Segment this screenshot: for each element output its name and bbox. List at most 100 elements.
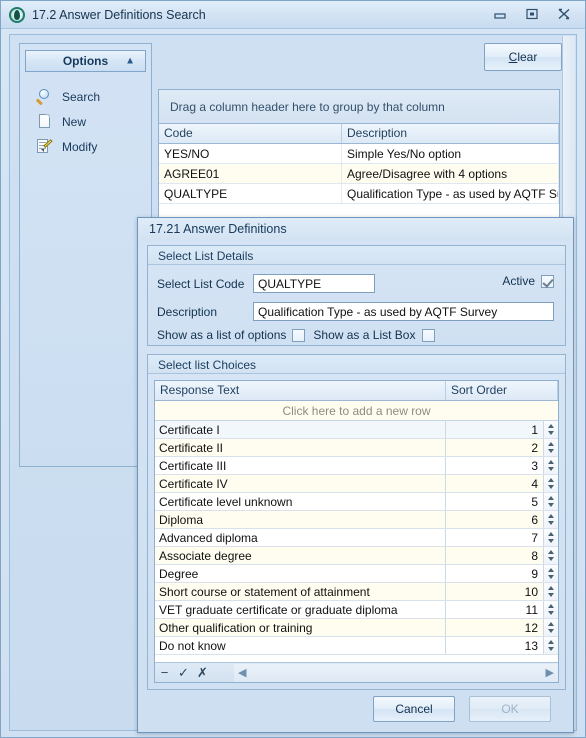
spinner-down-icon[interactable] <box>548 431 554 435</box>
spinner-down-icon[interactable] <box>548 503 554 507</box>
spinner-down-icon[interactable] <box>548 575 554 579</box>
active-checkbox[interactable] <box>541 274 554 288</box>
choices-row[interactable]: Certificate III 3 <box>155 457 558 475</box>
sort-order-spinner[interactable] <box>544 457 558 474</box>
choices-row[interactable]: Certificate II 2 <box>155 439 558 457</box>
spinner-up-icon[interactable] <box>548 622 554 626</box>
minimize-icon[interactable] <box>493 8 509 22</box>
spinner-down-icon[interactable] <box>548 449 554 453</box>
search-icon <box>36 88 53 106</box>
sidebar-item-modify[interactable]: Modify <box>36 134 151 159</box>
sort-order-spinner[interactable] <box>544 583 558 600</box>
sort-order-spinner[interactable] <box>544 601 558 618</box>
sort-order-spinner[interactable] <box>544 421 558 438</box>
choices-row[interactable]: Degree 9 <box>155 565 558 583</box>
spinner-up-icon[interactable] <box>548 568 554 572</box>
sort-order-spinner[interactable] <box>544 475 558 492</box>
chevron-up-icon[interactable]: ▲ <box>125 56 135 67</box>
choices-row[interactable]: Certificate IV 4 <box>155 475 558 493</box>
clear-button[interactable]: Clear <box>484 43 562 71</box>
choices-row[interactable]: Other qualification or training 12 <box>155 619 558 637</box>
spinner-up-icon[interactable] <box>548 478 554 482</box>
choices-horizontal-scrollbar[interactable]: ◀ ▶ <box>234 663 558 682</box>
choices-row[interactable]: Associate degree 8 <box>155 547 558 565</box>
cell-code: AGREE01 <box>159 164 342 183</box>
sort-order-spinner[interactable] <box>544 493 558 510</box>
choices-row[interactable]: Certificate I1 <box>155 421 558 439</box>
spinner-down-icon[interactable] <box>548 539 554 543</box>
sort-order-spinner[interactable] <box>544 511 558 528</box>
choices-row[interactable]: Do not know 13 <box>155 637 558 655</box>
add-new-row[interactable]: Click here to add a new row <box>155 401 558 421</box>
spinner-up-icon[interactable] <box>548 496 554 500</box>
x-icon[interactable]: ✗ <box>193 664 212 682</box>
main-window: 17.2 Answer Definitions Search Options ▲ <box>0 0 586 738</box>
spinner-up-icon[interactable] <box>548 532 554 536</box>
choices-column-header-sort-order[interactable]: Sort Order <box>446 381 558 400</box>
grid-header-row: Code Description <box>159 124 559 144</box>
choices-row[interactable]: Diploma 6 <box>155 511 558 529</box>
choices-row[interactable]: Advanced diploma 7 <box>155 529 558 547</box>
choices-cell-sort-order: 5 <box>446 493 544 510</box>
cell-code: QUALTYPE <box>159 184 342 203</box>
show-as-list-of-options-checkbox[interactable] <box>292 328 306 342</box>
select-list-code-label: Select List Code <box>157 276 245 291</box>
spinner-down-icon[interactable] <box>548 521 554 525</box>
options-panel-header[interactable]: Options ▲ <box>25 50 146 72</box>
spinner-up-icon[interactable] <box>548 442 554 446</box>
close-icon[interactable] <box>557 8 573 22</box>
spinner-up-icon[interactable] <box>548 460 554 464</box>
active-label: Active <box>502 274 535 288</box>
spinner-up-icon[interactable] <box>548 424 554 428</box>
spinner-down-icon[interactable] <box>548 557 554 561</box>
spinner-down-icon[interactable] <box>548 629 554 633</box>
select-list-choices-caption: Select list Choices <box>148 355 565 374</box>
choices-column-header-response-text[interactable]: Response Text <box>155 381 446 400</box>
triangle-right-icon[interactable]: ▶ <box>546 666 554 679</box>
window-titlebar: 17.2 Answer Definitions Search <box>1 1 585 29</box>
spinner-down-icon[interactable] <box>548 611 554 615</box>
choices-cell-sort-order: 11 <box>446 601 544 618</box>
spinner-up-icon[interactable] <box>548 640 554 644</box>
spinner-up-icon[interactable] <box>548 604 554 608</box>
spinner-down-icon[interactable] <box>548 647 554 651</box>
group-by-dropzone[interactable]: Drag a column header here to group by th… <box>159 90 559 124</box>
spinner-down-icon[interactable] <box>548 593 554 597</box>
grid-column-header-description[interactable]: Description <box>342 124 559 143</box>
minus-icon[interactable]: − <box>155 664 174 682</box>
grid-column-header-code[interactable]: Code <box>159 124 342 143</box>
sort-order-spinner[interactable] <box>544 529 558 546</box>
sort-order-spinner[interactable] <box>544 565 558 582</box>
choices-row[interactable]: VET graduate certificate or graduate dip… <box>155 601 558 619</box>
ok-button[interactable]: OK <box>469 696 551 722</box>
sort-order-spinner[interactable] <box>544 547 558 564</box>
description-input[interactable]: Qualification Type - as used by AQTF Sur… <box>253 302 554 321</box>
modify-page-icon <box>36 138 53 155</box>
spinner-down-icon[interactable] <box>548 467 554 471</box>
sidebar-item-new[interactable]: New <box>36 109 151 134</box>
spinner-up-icon[interactable] <box>548 550 554 554</box>
spinner-down-icon[interactable] <box>548 485 554 489</box>
table-row[interactable]: QUALTYPE Qualification Type - as used by… <box>159 184 559 204</box>
select-list-code-input[interactable]: QUALTYPE <box>253 274 375 293</box>
window-controls <box>493 8 579 22</box>
sidebar-item-search[interactable]: Search <box>36 84 151 109</box>
cancel-button[interactable]: Cancel <box>373 696 455 722</box>
choices-row[interactable]: Short course or statement of attainment 1… <box>155 583 558 601</box>
spinner-up-icon[interactable] <box>548 514 554 518</box>
sort-order-spinner[interactable] <box>544 439 558 456</box>
choices-cell-response-text: Degree <box>155 565 446 582</box>
spinner-up-icon[interactable] <box>548 586 554 590</box>
triangle-left-icon[interactable]: ◀ <box>238 666 246 679</box>
table-row[interactable]: AGREE01 Agree/Disagree with 4 options <box>159 164 559 184</box>
choices-row[interactable]: Certificate level unknown 5 <box>155 493 558 511</box>
maximize-icon[interactable] <box>525 8 541 22</box>
check-icon[interactable]: ✓ <box>174 664 193 682</box>
sort-order-spinner[interactable] <box>544 637 558 654</box>
answer-definitions-dialog: 17.21 Answer Definitions Select List Det… <box>137 217 574 733</box>
table-row[interactable]: YES/NO Simple Yes/No option <box>159 144 559 164</box>
window-title: 17.2 Answer Definitions Search <box>32 7 206 22</box>
sort-order-spinner[interactable] <box>544 619 558 636</box>
choices-footer-toolbar: − ✓ ✗ ◀ ▶ <box>155 662 558 682</box>
show-as-list-box-checkbox[interactable] <box>422 328 436 342</box>
